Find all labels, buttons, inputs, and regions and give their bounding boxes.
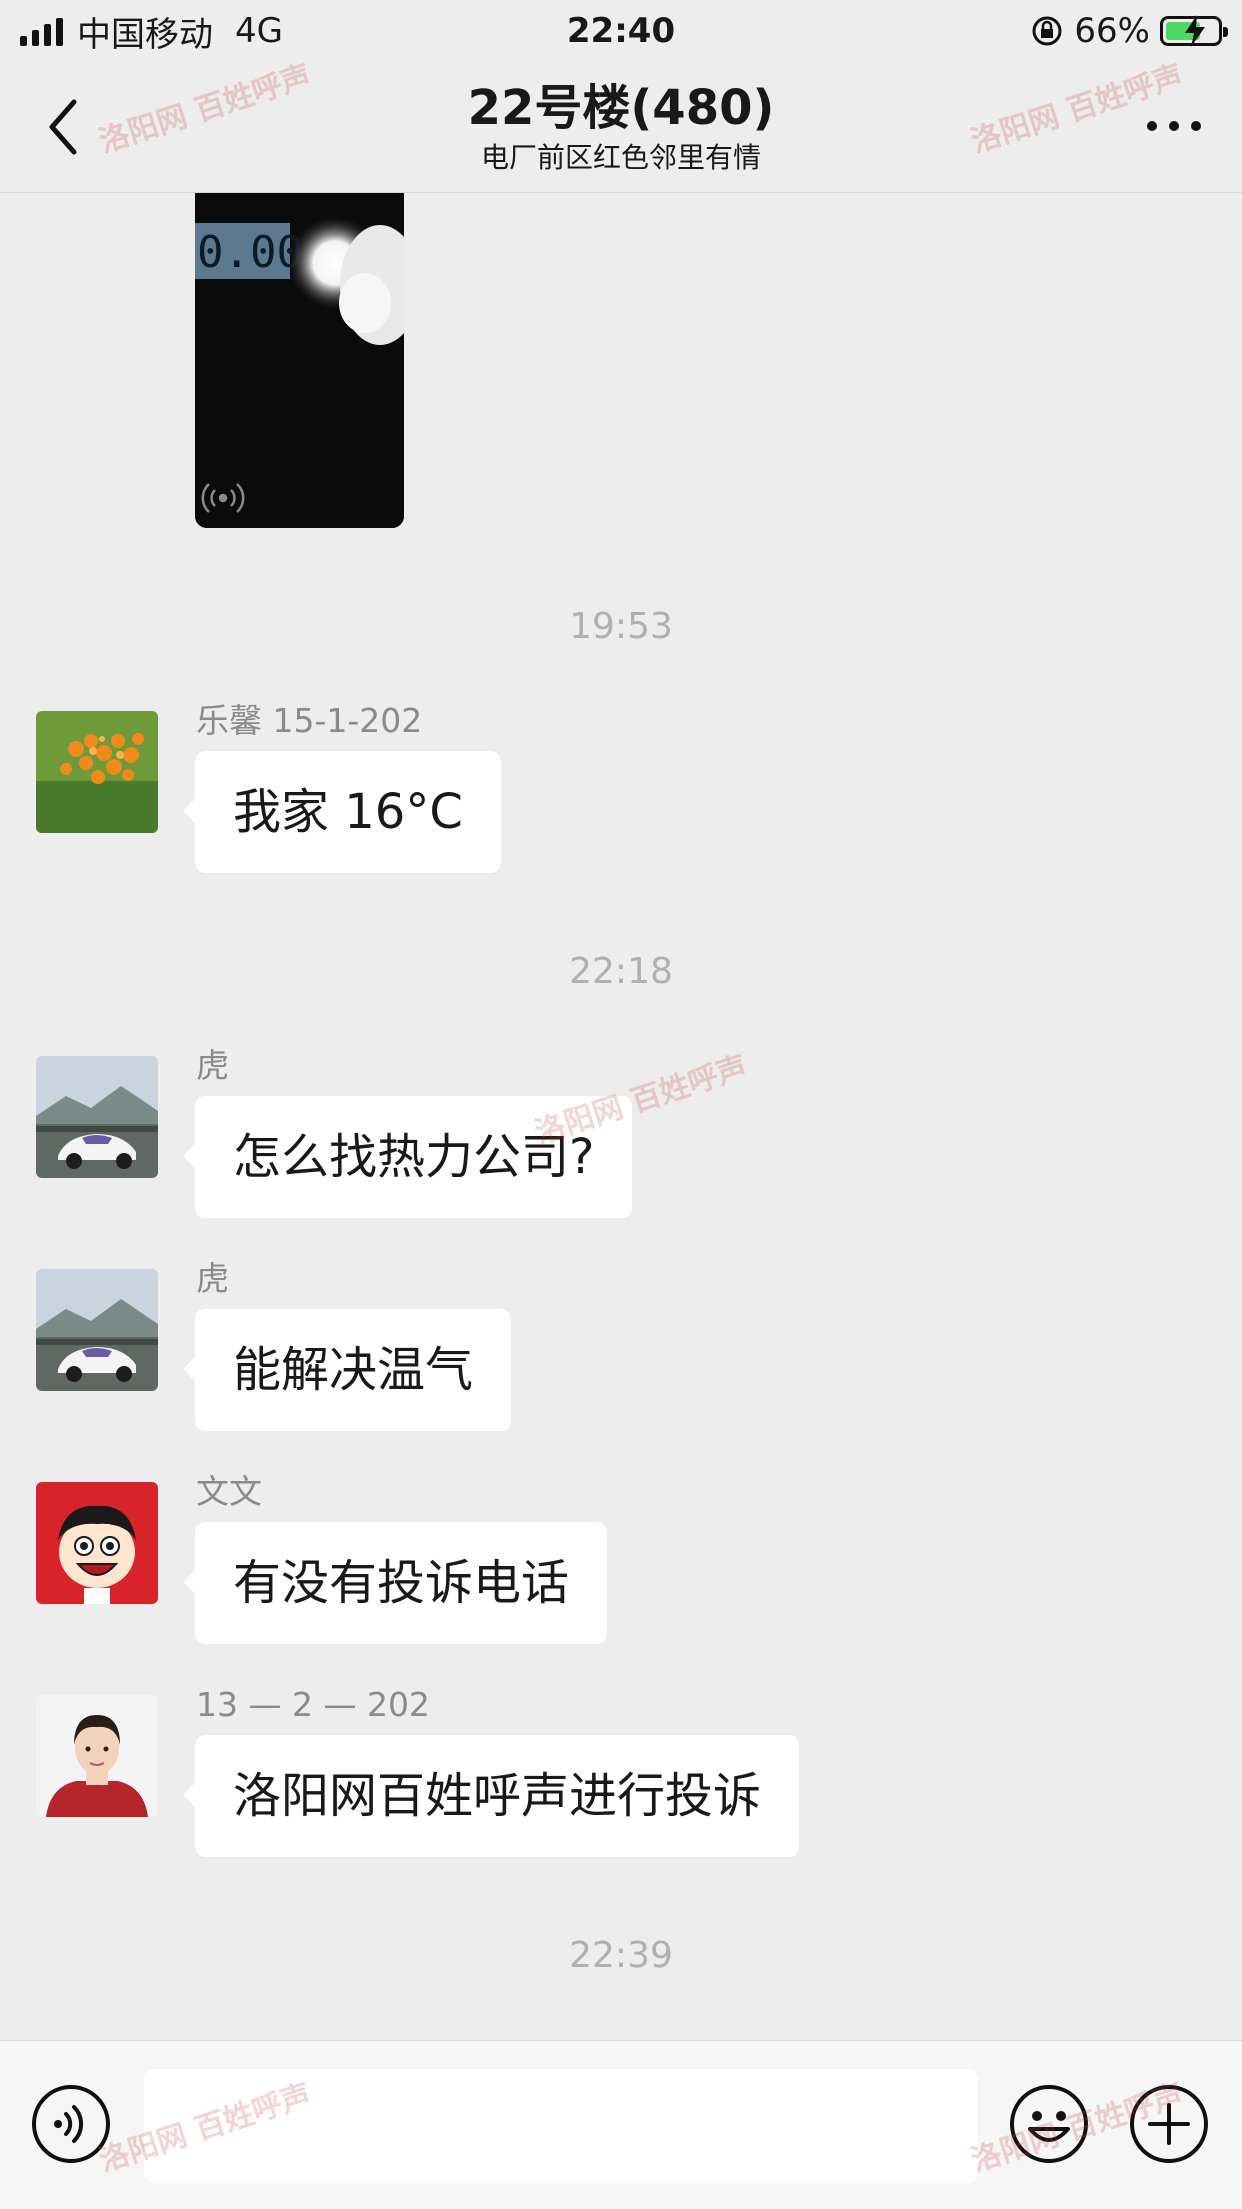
- avatar[interactable]: [36, 1056, 158, 1178]
- avatar[interactable]: [36, 1482, 158, 1604]
- rotation-lock-icon: [1032, 16, 1062, 46]
- sender-name: 乐馨 15-1-202: [196, 701, 423, 740]
- sender-name: 13 — 2 — 202: [196, 1685, 430, 1724]
- timestamp: 19:53: [569, 606, 673, 647]
- message-bubble[interactable]: 洛阳网百姓呼声进行投诉: [182, 1735, 800, 1857]
- emoji-icon[interactable]: [1008, 2083, 1090, 2165]
- timestamp: 22:18: [569, 951, 673, 992]
- avatar[interactable]: [36, 1269, 158, 1391]
- more-options-icon[interactable]: [1144, 114, 1204, 138]
- battery-percent: 66%: [1074, 11, 1150, 51]
- chat-title: 22号楼(480): [467, 80, 775, 136]
- message-bubble[interactable]: 有没有投诉电话: [182, 1522, 608, 1644]
- chat-header: 22号楼(480) 电厂前区红色邻里有情 洛阳网 百姓呼声 洛阳网 百姓呼声: [0, 59, 1242, 193]
- status-bar: 中国移动 4G 22:40 66%: [0, 0, 1242, 62]
- message-bubble[interactable]: 我家 16°C: [183, 751, 501, 873]
- sender-name: 文文: [196, 1472, 262, 1511]
- sender-name: 虎: [196, 1259, 229, 1298]
- input-bar: 洛阳网 百姓呼声 洛阳网 百姓呼声: [0, 2040, 1242, 2209]
- add-more-icon[interactable]: [1128, 2083, 1210, 2165]
- sender-name: 虎: [196, 1046, 229, 1085]
- avatar[interactable]: [36, 1695, 158, 1817]
- message-bubble[interactable]: 怎么找热力公司?: [182, 1096, 633, 1218]
- avatar[interactable]: [36, 711, 158, 833]
- message-list[interactable]: 0.00 16 19:53 乐馨 15-1-202 我家 16°: [0, 193, 1242, 2040]
- image-message[interactable]: 0.00 16: [195, 193, 404, 528]
- message-bubble[interactable]: 能解决温气: [182, 1309, 512, 1431]
- scale-photo: 0.00 16: [195, 193, 404, 528]
- chat-subtitle: 电厂前区红色邻里有情: [480, 141, 761, 174]
- battery-icon: [1160, 15, 1228, 47]
- voice-input-icon[interactable]: [30, 2083, 112, 2165]
- timestamp: 22:39: [569, 1935, 673, 1976]
- message-input[interactable]: [144, 2069, 978, 2183]
